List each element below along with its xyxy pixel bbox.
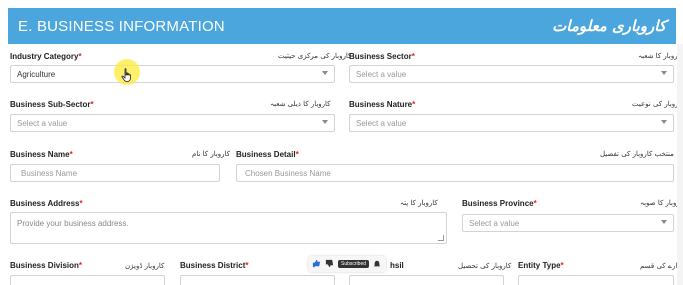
business-detail-label-urdu: منتخب کاروبار کی تفصیل <box>600 150 674 158</box>
section-header: E. BUSINESS INFORMATION کاروباری معلومات <box>8 8 676 44</box>
business-name-label-urdu: کاروبار کا نام <box>192 150 231 158</box>
page-scrollbar[interactable] <box>677 44 683 285</box>
business-nature-select[interactable]: Select a value <box>349 114 674 132</box>
business-name-placeholder: Business Name <box>21 168 78 178</box>
business-name-label: Business Name* <box>10 150 73 159</box>
business-address-label-urdu: کاروبار کا پتہ <box>400 199 438 207</box>
pointer-hand-icon <box>121 68 133 87</box>
business-name-input[interactable]: Business Name <box>10 164 220 182</box>
business-sector-placeholder: Select a value <box>356 69 407 79</box>
business-province-select[interactable]: Select a value <box>462 214 674 232</box>
business-detail-input[interactable]: Chosen Business Name <box>236 164 674 182</box>
thumbs-down-icon[interactable] <box>325 255 334 273</box>
business-sub-sector-placeholder: Select a value <box>17 118 68 128</box>
section-title-urdu: کاروباری معلومات <box>552 17 666 35</box>
business-address-placeholder: Provide your business address. <box>17 219 129 228</box>
business-division-label: Business Division* <box>10 261 83 270</box>
thumbs-up-icon[interactable] <box>312 255 321 273</box>
dropdown-caret-icon <box>322 71 328 75</box>
dropdown-caret-icon <box>322 120 328 124</box>
entity-type-label: Entity Type* <box>518 261 564 270</box>
business-sub-sector-label: Business Sub-Sector* <box>10 100 94 109</box>
dropdown-caret-icon <box>661 71 667 75</box>
business-sector-select[interactable]: Select a value <box>349 65 674 83</box>
bell-icon[interactable] <box>373 255 381 273</box>
business-sub-sector-select[interactable]: Select a value <box>10 114 335 132</box>
industry-category-label: Industry Category* <box>10 52 82 61</box>
business-district-select[interactable] <box>180 275 335 285</box>
business-nature-placeholder: Select a value <box>356 118 407 128</box>
business-tehsil-label: hsil <box>390 261 404 270</box>
business-detail-label: Business Detail* <box>236 150 299 159</box>
business-sub-sector-label-urdu: کاروبار کا ذیلی شعبہ <box>270 100 331 108</box>
business-detail-placeholder: Chosen Business Name <box>245 168 331 178</box>
business-tehsil-label-urdu: کاروبار کی تحصیل <box>458 262 512 270</box>
business-sector-label: Business Sector* <box>349 52 415 61</box>
entity-type-label-urdu: ادارے کی قسم <box>640 262 683 270</box>
business-address-textarea[interactable]: Provide your business address. <box>10 212 447 244</box>
business-tehsil-select[interactable] <box>349 275 504 285</box>
business-province-placeholder: Select a value <box>469 218 520 228</box>
section-title: E. BUSINESS INFORMATION <box>18 17 225 35</box>
subscribed-badge[interactable]: Subscribed <box>338 260 370 268</box>
business-district-label: Business District* <box>180 261 249 270</box>
dropdown-caret-icon <box>661 220 667 224</box>
industry-category-select[interactable]: Agriculture <box>10 65 335 83</box>
industry-category-value: Agriculture <box>17 69 56 79</box>
business-province-label: Business Province* <box>462 199 537 208</box>
entity-type-select[interactable] <box>518 275 674 285</box>
business-division-select[interactable] <box>10 275 165 285</box>
business-nature-label: Business Nature* <box>349 100 416 109</box>
business-nature-label-urdu: کاروبار کی نوعیت <box>632 100 683 108</box>
dropdown-caret-icon <box>661 120 667 124</box>
video-reaction-bar: Subscribed <box>308 256 386 272</box>
resize-grip-icon[interactable] <box>438 235 444 241</box>
business-division-label-urdu: کاروبار ڈویژن <box>125 262 165 270</box>
business-address-label: Business Address* <box>10 199 83 208</box>
industry-category-label-urdu: کاروبار کی مرکزی حیثیت <box>278 52 352 60</box>
